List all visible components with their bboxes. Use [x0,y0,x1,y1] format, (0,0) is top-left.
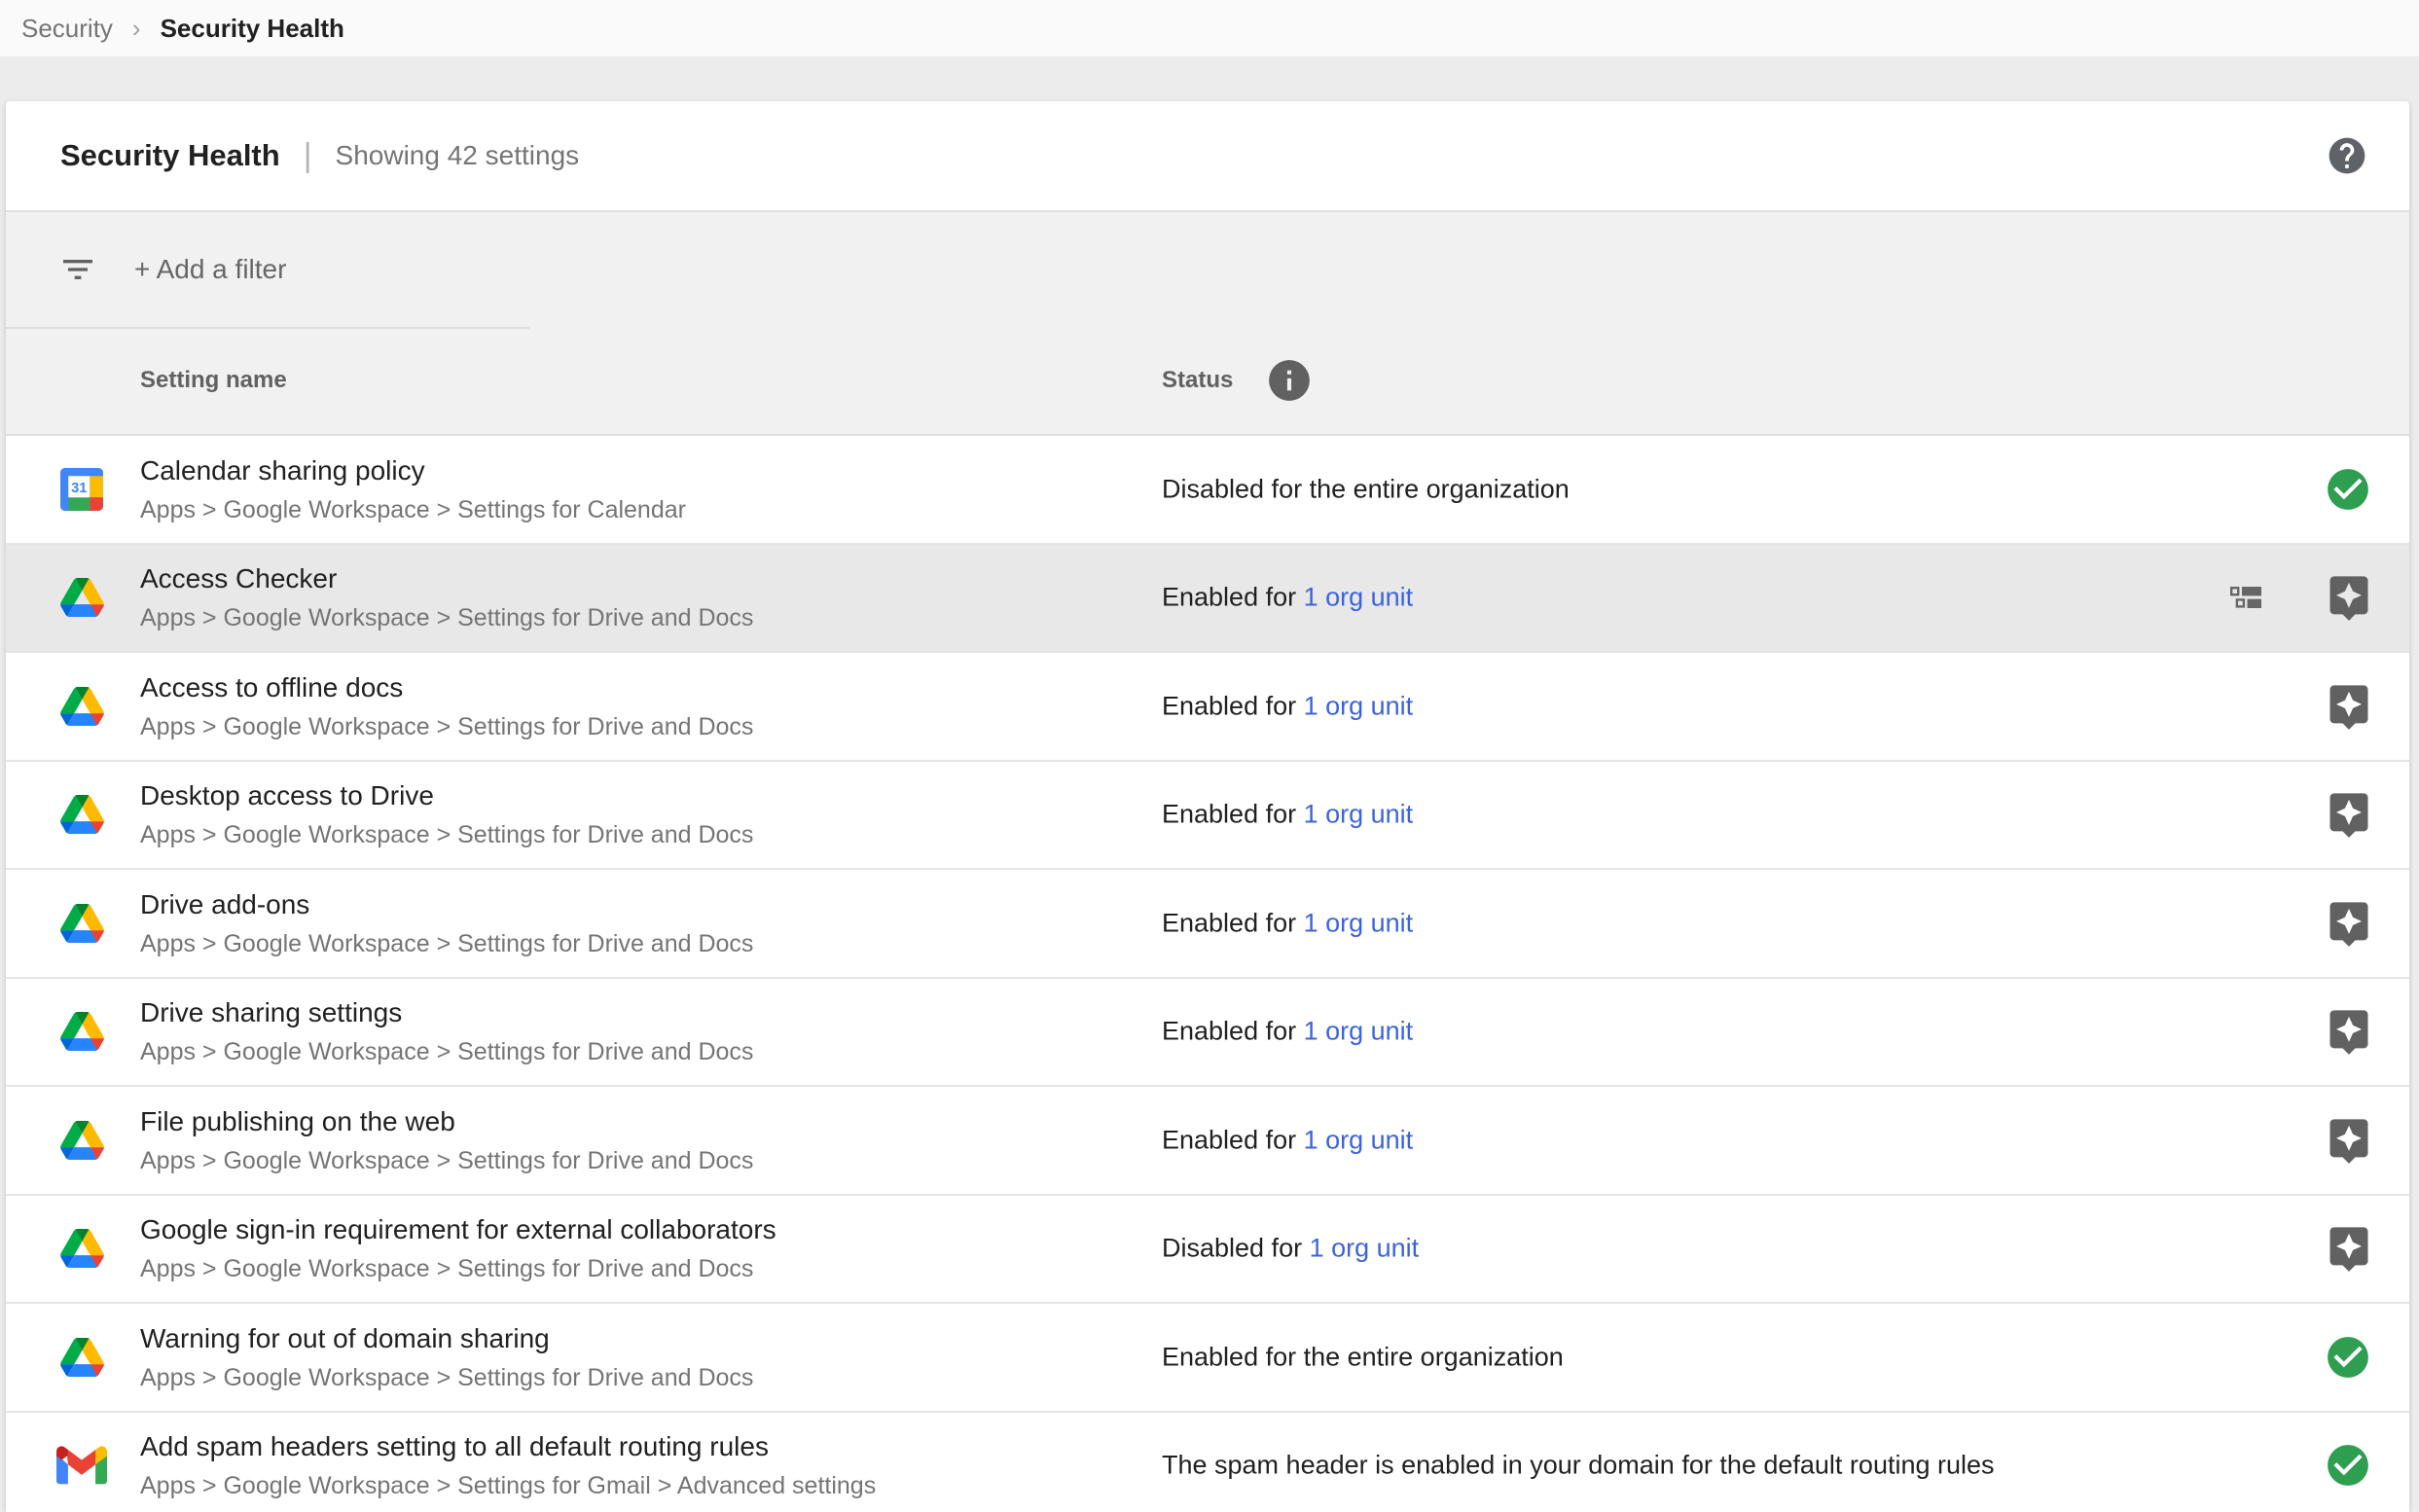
table-row[interactable]: 31 [6,1413,2409,1512]
table-row[interactable]: 31 [6,545,2409,654]
drive-icon [60,795,104,834]
setting-name[interactable]: Access Checker [140,560,753,597]
setting-name[interactable]: Drive sharing settings [140,994,753,1031]
setting-path: Apps > Google Workspace > Settings for D… [140,1252,776,1285]
drive-icon [60,1229,104,1268]
recommendation-icon[interactable] [2324,681,2374,732]
table-row[interactable]: 31 [6,436,2409,545]
status-info-icon[interactable] [1265,356,1314,405]
card-header: Security Health | Showing 42 settings [6,101,2409,212]
setting-path: Apps > Google Workspace > Settings for D… [140,601,753,634]
recommendation-icon[interactable] [2324,1006,2374,1057]
breadcrumb: Security › Security Health [0,0,2419,56]
setting-path: Apps > Google Workspace > Settings for D… [140,1361,753,1394]
security-health-card: Security Health | Showing 42 settings + … [6,101,2409,1512]
title-divider: | [304,137,312,175]
security-health-page: Security › Security Health Security Heal… [0,0,2419,1512]
setting-name[interactable]: Google sign-in requirement for external … [140,1211,776,1248]
table-row[interactable]: 31 [6,979,2409,1088]
settings-count: Showing 42 settings [336,140,580,171]
table-row[interactable]: 31 [6,1087,2409,1196]
table-row[interactable]: 31 [6,1196,2409,1305]
org-unit-link[interactable]: 1 org unit [1304,800,1414,829]
setting-status: Enabled for 1 org unit [1162,691,1413,721]
recommendation-icon[interactable] [2324,1115,2374,1166]
status-ok-icon [2324,1441,2372,1490]
table-header: Setting name Status [6,329,2409,432]
setting-name[interactable]: Warning for out of domain sharing [140,1320,753,1357]
setting-name[interactable]: Add spam headers setting to all default … [140,1428,876,1465]
org-unit-link[interactable]: 1 org unit [1304,691,1414,720]
column-status: Status [1162,367,1233,394]
recommendation-icon[interactable] [2324,572,2374,623]
setting-name[interactable]: File publishing on the web [140,1103,753,1140]
drive-icon [60,1012,104,1051]
setting-path: Apps > Google Workspace > Settings for G… [140,1469,876,1502]
column-setting-name: Setting name [140,367,287,394]
setting-name[interactable]: Access to offline docs [140,669,753,706]
table-row[interactable]: 31 [6,762,2409,871]
filter-zone: + Add a filter Setting name Status [6,212,2409,436]
setting-status: Enabled for 1 org unit [1162,908,1413,938]
setting-status: Enabled for 1 org unit [1162,583,1413,613]
filter-bar[interactable]: + Add a filter [6,212,2409,327]
setting-name[interactable]: Drive add-ons [140,886,753,923]
setting-status: Disabled for the entire organization [1162,474,1570,504]
breadcrumb-item-security[interactable]: Security [21,14,113,44]
drive-icon [60,578,104,617]
setting-status: Disabled for 1 org unit [1162,1234,1419,1264]
drive-icon [60,904,104,943]
page-title: Security Health [60,138,280,173]
svg-text:31: 31 [71,481,87,496]
setting-name[interactable]: Desktop access to Drive [140,777,753,814]
org-unit-link[interactable]: 1 org unit [1304,1017,1414,1046]
setting-path: Apps > Google Workspace > Settings for D… [140,818,753,851]
setting-path: Apps > Google Workspace > Settings for D… [140,1144,753,1177]
recommendation-icon[interactable] [2324,1223,2374,1274]
setting-path: Apps > Google Workspace > Settings for D… [140,927,753,960]
setting-name[interactable]: Calendar sharing policy [140,452,686,489]
setting-status: The spam header is enabled in your domai… [1162,1451,1995,1481]
status-ok-icon [2324,1333,2372,1382]
breadcrumb-separator-icon: › [132,14,141,44]
org-unit-scope-icon [2230,587,2261,608]
calendar-icon: 31 [60,468,103,511]
setting-status: Enabled for 1 org unit [1162,800,1413,830]
org-unit-link[interactable]: 1 org unit [1304,908,1414,937]
setting-status: Enabled for the entire organization [1162,1342,1564,1372]
add-filter-label[interactable]: + Add a filter [134,254,286,285]
table-row[interactable]: 31 [6,1304,2409,1413]
drive-icon [60,1338,104,1377]
setting-path: Apps > Google Workspace > Settings for D… [140,1035,753,1068]
recommendation-icon[interactable] [2324,898,2374,949]
setting-status: Enabled for 1 org unit [1162,1125,1413,1155]
org-unit-link[interactable]: 1 org unit [1304,1125,1414,1154]
recommendation-icon[interactable] [2324,789,2374,840]
table-row[interactable]: 31 [6,653,2409,762]
help-icon[interactable] [2326,134,2368,177]
gmail-icon [56,1447,107,1485]
table-row[interactable]: 31 [6,870,2409,979]
setting-path: Apps > Google Workspace > Settings for D… [140,710,753,743]
breadcrumb-item-current: Security Health [161,14,344,44]
org-unit-link[interactable]: 1 org unit [1310,1234,1420,1263]
drive-icon [60,1121,104,1160]
org-unit-link[interactable]: 1 org unit [1304,583,1414,612]
settings-table-body: 31 [6,436,2409,1512]
setting-status: Enabled for 1 org unit [1162,1017,1413,1047]
drive-icon [60,687,104,726]
filter-icon [58,250,97,289]
setting-path: Apps > Google Workspace > Settings for C… [140,493,686,526]
status-ok-icon [2324,465,2372,514]
